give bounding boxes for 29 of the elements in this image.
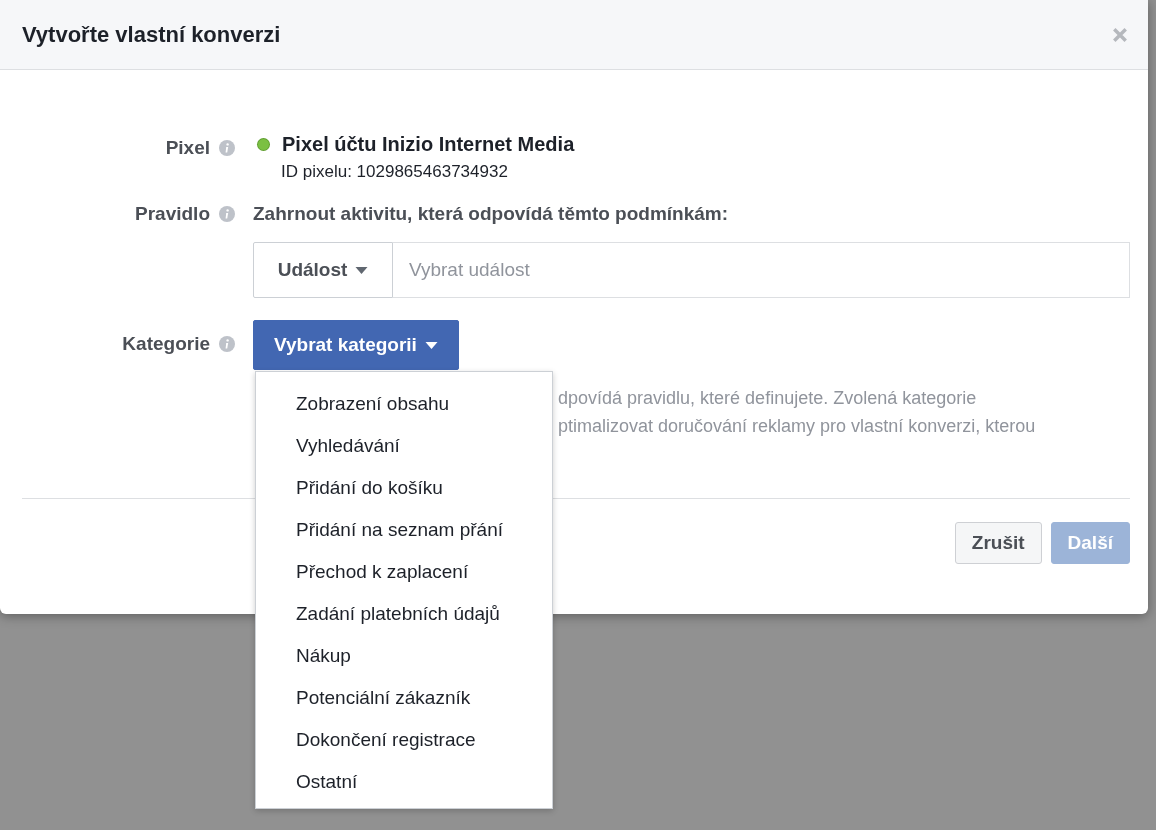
caret-icon bbox=[424, 341, 438, 349]
field-label: Kategorie bbox=[122, 332, 210, 356]
cancel-button[interactable]: Zrušit bbox=[954, 522, 1042, 564]
menu-item[interactable]: Vyhledávání bbox=[256, 425, 552, 467]
rule-text: Zahrnout aktivitu, která odpovídá těmto podmínkám: bbox=[253, 202, 730, 226]
category-dropdown[interactable]: Vybrat kategorii bbox=[253, 320, 459, 370]
help-text: dpovídá pravidlu, které definujete. Zvolená kategorie bbox=[558, 387, 978, 410]
help-text: ptimalizovat doručování reklamy pro vlastní konverzi, kterou bbox=[558, 415, 1037, 438]
menu-item[interactable]: Ostatní bbox=[256, 761, 552, 803]
field-label: Pravidlo bbox=[135, 202, 210, 226]
menu-item[interactable]: Nákup bbox=[256, 635, 552, 677]
pixel-id: ID pixelu: 1029865463734932 bbox=[281, 162, 509, 182]
event-field[interactable]: Vybrat událost bbox=[393, 242, 1130, 298]
pixel-name: Pixel účtu Inizio Internet Media bbox=[282, 132, 575, 157]
info-icon[interactable] bbox=[219, 336, 235, 352]
menu-item[interactable]: Zobrazení obsahu bbox=[256, 383, 552, 425]
menu-item[interactable]: Přidání do košíku bbox=[256, 467, 552, 509]
dialog-title: Vytvořte vlastní konverzi bbox=[22, 21, 281, 48]
info-icon[interactable] bbox=[219, 140, 235, 156]
field-label: Pixel bbox=[165, 136, 210, 160]
menu-item[interactable]: Dokončení registrace bbox=[256, 719, 552, 761]
info-icon[interactable] bbox=[219, 206, 235, 222]
event-dropdown[interactable]: Událost bbox=[253, 242, 393, 298]
caret-icon bbox=[355, 266, 369, 274]
menu-item[interactable]: Přechod k zaplacení bbox=[256, 551, 552, 593]
menu-item[interactable]: Zadání platebních údajů bbox=[256, 593, 552, 635]
close-icon[interactable] bbox=[1112, 26, 1128, 43]
menu-item[interactable]: Potenciální zákazník bbox=[256, 677, 552, 719]
menu-item[interactable]: Přidání na seznam přání bbox=[256, 509, 552, 551]
